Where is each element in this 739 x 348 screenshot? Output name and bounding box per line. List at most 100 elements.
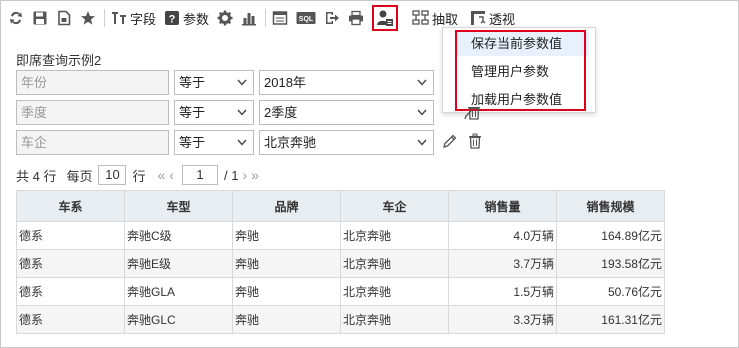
table-cell: 50.76亿元 — [556, 277, 665, 306]
condition-field[interactable]: 季度 — [16, 100, 169, 125]
user-params-icon — [377, 10, 394, 26]
favorite-star-icon[interactable] — [80, 7, 96, 29]
value-text: 2018年 — [264, 75, 306, 90]
fields-button[interactable]: 字段 — [111, 7, 156, 29]
table-row: 德系 奔驰GLA 奔驰 北京奔驰 1.5万辆 50.76亿元 — [16, 277, 665, 306]
extract-button[interactable]: 抽取 — [412, 7, 458, 29]
condition-row: 季度 等于 2季度 — [16, 100, 439, 125]
column-header[interactable]: 销售规模 — [556, 190, 665, 222]
chevron-down-icon — [417, 109, 427, 116]
question-icon: ? — [165, 11, 180, 26]
pivot-button[interactable]: 透视 — [470, 7, 515, 29]
chevron-down-icon — [237, 79, 247, 86]
table-row: 德系 奔驰E级 奔驰 北京奔驰 3.7万辆 193.58亿元 — [16, 249, 665, 278]
sql-icon[interactable]: SQL — [296, 7, 316, 29]
total-pages-text: / 1 — [223, 167, 239, 183]
operator-select[interactable]: 等于 — [174, 130, 254, 155]
toolbar-divider — [104, 9, 105, 27]
table-cell: 奔驰GLC — [124, 305, 233, 334]
next-page-button[interactable]: › — [242, 167, 247, 183]
condition-field[interactable]: 车企 — [16, 130, 169, 155]
operator-select[interactable]: 等于 — [174, 70, 254, 95]
value-select[interactable]: 2018年 — [259, 70, 434, 95]
refresh-icon[interactable] — [8, 7, 24, 29]
operator-value: 等于 — [179, 105, 206, 120]
column-header[interactable]: 销售量 — [448, 190, 557, 222]
chevron-down-icon — [417, 139, 427, 146]
user-params-dropdown: 保存当前参数值 管理用户参数 加载用户参数值 — [442, 27, 596, 113]
value-text: 北京奔驰 — [264, 135, 317, 150]
column-header[interactable]: 品牌 — [232, 190, 341, 222]
last-page-button[interactable]: » — [251, 167, 259, 183]
table-cell: 德系 — [16, 249, 125, 278]
layout-window-icon[interactable] — [272, 7, 288, 29]
export-icon[interactable] — [324, 7, 340, 29]
table-cell: 德系 — [16, 277, 125, 306]
save-icon[interactable] — [32, 7, 48, 29]
pivot-label: 透视 — [489, 11, 516, 27]
query-title: 即席查询示例2 — [16, 53, 102, 68]
table-cell: 奔驰E级 — [124, 249, 233, 278]
condition-row: 年份 等于 2018年 — [16, 70, 439, 95]
operator-value: 等于 — [179, 135, 206, 150]
print-icon[interactable] — [348, 7, 364, 29]
table-cell: 德系 — [16, 305, 125, 334]
table-header-row: 车系 车型 品牌 车企 销售量 销售规模 — [16, 190, 665, 222]
chevron-down-icon — [237, 139, 247, 146]
first-page-button[interactable]: « — [158, 167, 166, 183]
svg-text:?: ? — [169, 14, 176, 26]
table-cell: 奔驰GLA — [124, 277, 233, 306]
table-cell: 北京奔驰 — [340, 249, 449, 278]
table-cell: 3.3万辆 — [448, 305, 557, 334]
bar-chart-icon[interactable] — [241, 7, 257, 29]
table-cell: 3.7万辆 — [448, 249, 557, 278]
delete-trash-icon[interactable] — [467, 104, 481, 123]
rows-unit-label: 行 — [132, 168, 146, 184]
operator-value: 等于 — [179, 75, 206, 90]
value-select[interactable]: 2季度 — [259, 100, 434, 125]
table-cell: 4.0万辆 — [448, 221, 557, 250]
user-params-button[interactable] — [372, 5, 399, 31]
table-cell: 奔驰C级 — [124, 221, 233, 250]
fields-icon — [112, 12, 126, 24]
manage-user-params-item[interactable]: 管理用户参数 — [457, 60, 589, 84]
column-header[interactable]: 车企 — [340, 190, 449, 222]
per-page-input[interactable]: 10 — [98, 165, 127, 185]
table-cell: 164.89亿元 — [556, 221, 665, 250]
table-cell: 德系 — [16, 221, 125, 250]
value-select[interactable]: 北京奔驰 — [259, 130, 434, 155]
prev-page-button[interactable]: ‹ — [169, 167, 174, 183]
table-cell: 奔驰 — [232, 277, 341, 306]
params-label: 参数 — [183, 11, 210, 27]
table-cell: 奔驰 — [232, 221, 341, 250]
value-text: 2季度 — [264, 105, 298, 120]
table-cell: 奔驰 — [232, 305, 341, 334]
fields-label: 字段 — [130, 11, 157, 27]
settings-gear-icon[interactable] — [217, 7, 233, 29]
extract-icon — [412, 10, 429, 25]
page-number-input[interactable]: 1 — [181, 165, 218, 185]
condition-field[interactable]: 年份 — [16, 70, 169, 95]
table-row: 德系 奔驰C级 奔驰 北京奔驰 4.0万辆 164.89亿元 — [16, 221, 665, 250]
delete-trash-icon[interactable] — [468, 133, 482, 152]
table-cell: 193.58亿元 — [556, 249, 665, 278]
chevron-down-icon — [417, 79, 427, 86]
column-header[interactable]: 车型 — [124, 190, 233, 222]
table-cell: 1.5万辆 — [448, 277, 557, 306]
save-current-params-item[interactable]: 保存当前参数值 — [457, 32, 589, 56]
row-actions — [442, 133, 492, 152]
table-cell: 北京奔驰 — [340, 221, 449, 250]
total-rows-text: 共 4 行 — [16, 168, 57, 184]
table-cell: 奔驰 — [232, 249, 341, 278]
params-button[interactable]: ? 参数 — [164, 7, 209, 29]
pivot-icon — [471, 11, 486, 25]
operator-select[interactable]: 等于 — [174, 100, 254, 125]
table-cell: 北京奔驰 — [340, 277, 449, 306]
results-table: 车系 车型 品牌 车企 销售量 销售规模 德系 奔驰C级 奔驰 北京奔驰 4.0… — [16, 190, 665, 334]
condition-row: 车企 等于 北京奔驰 — [16, 130, 492, 155]
save-as-icon[interactable] — [56, 7, 72, 29]
toolbar-divider — [265, 9, 267, 27]
column-header[interactable]: 车系 — [16, 190, 125, 222]
edit-pencil-icon[interactable] — [442, 133, 458, 152]
table-cell: 北京奔驰 — [340, 305, 449, 334]
